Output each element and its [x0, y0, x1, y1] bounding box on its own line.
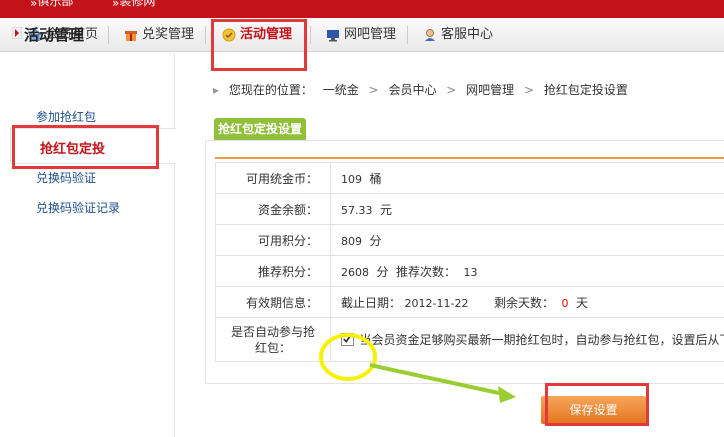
highlight-box-save: [545, 383, 649, 426]
remaining-days-unit: 天: [575, 295, 588, 310]
check-icon: [343, 335, 352, 343]
triangle-right-icon: [12, 27, 22, 39]
points-unit: 分: [369, 233, 382, 248]
breadcrumb: ▸ 您现在的位置： 一统金 > 会员中心 > 网吧管理 > 抢红包定投设置: [213, 81, 634, 99]
section-title-tab: 抢红包定投设置: [214, 118, 307, 140]
top-link-club[interactable]: » 俱乐部: [30, 0, 73, 10]
breadcrumb-sep: >: [446, 83, 457, 97]
settings-form: 可用统金币： 109 桶 资金余额： 57.33 元 可用积分： 809 分 推…: [215, 162, 724, 362]
panel-divider: [215, 157, 724, 159]
sidebar-item-code-verify-log[interactable]: 兑换码验证记录: [36, 199, 120, 216]
breadcrumb-current: 抢红包定投设置: [543, 83, 628, 97]
breadcrumb-sep: >: [368, 83, 379, 97]
auto-join-label-line2: 红包：: [254, 340, 291, 355]
monitor-icon: [327, 30, 339, 42]
highlight-box-sidebar: [12, 125, 159, 169]
auto-join-description: 当会员资金足够购买最新一期抢红包时，自动参与抢红包，设置后从下: [359, 333, 724, 347]
expiry-date-label: 截止日期：: [341, 295, 402, 310]
referral-points-unit: 分: [376, 264, 389, 279]
sidebar-item-code-verify[interactable]: 兑换码验证: [36, 169, 96, 186]
form-row-expiry: 有效期信息： 截止日期： 2012-11-22 剩余天数： 0 天: [215, 286, 724, 318]
sidebar-title: 活动管理: [24, 26, 85, 44]
breadcrumb-item[interactable]: 网吧管理: [466, 83, 514, 97]
form-row-points: 可用积分： 809 分: [215, 224, 724, 256]
balance-value: 57.33: [341, 203, 373, 217]
remaining-days-value: 0: [561, 296, 569, 310]
auto-join-checkbox[interactable]: [341, 333, 354, 346]
form-row-coins: 可用统金币： 109 桶: [215, 162, 724, 194]
referral-points-value: 2608: [341, 265, 369, 279]
balance-unit: 元: [380, 202, 393, 217]
highlight-box-nav: [211, 19, 307, 71]
expiry-date-value: 2012-11-22: [404, 296, 469, 310]
coins-value: 109: [341, 172, 362, 186]
gift-icon: [125, 31, 137, 41]
breadcrumb-marker-icon: ▸: [213, 83, 220, 97]
coins-label: 可用统金币：: [215, 162, 331, 194]
breadcrumb-item[interactable]: 一统金: [323, 83, 359, 97]
top-bar: » 俱乐部 » 装修网: [0, 0, 724, 18]
nav-divider: [407, 26, 408, 44]
form-row-referral: 推荐积分： 2608 分 推荐次数： 13: [215, 255, 724, 287]
referral-count-value: 13: [463, 265, 478, 279]
auto-join-label-line1: 是否自动参与抢: [230, 324, 315, 339]
top-link-decor[interactable]: » 装修网: [112, 0, 155, 10]
points-value: 809: [341, 234, 362, 248]
support-icon: [425, 29, 435, 41]
breadcrumb-item[interactable]: 会员中心: [388, 83, 436, 97]
form-row-balance: 资金余额： 57.33 元: [215, 193, 724, 225]
nav-divider: [205, 26, 206, 44]
breadcrumb-sep: >: [524, 83, 535, 97]
sidebar-item-join-red-packet[interactable]: 参加抢红包: [36, 108, 96, 125]
referral-count-label: 推荐次数：: [396, 264, 457, 279]
balance-label: 资金余额：: [215, 193, 331, 225]
breadcrumb-prefix: 您现在的位置：: [228, 83, 313, 97]
referral-points-label: 推荐积分：: [215, 255, 331, 287]
coins-unit: 桶: [369, 171, 382, 186]
remaining-days-label: 剩余天数：: [493, 295, 554, 310]
points-label: 可用积分：: [215, 224, 331, 256]
form-row-auto-join: 是否自动参与抢 红包： 当会员资金足够购买最新一期抢红包时，自动参与抢红包，设置…: [215, 317, 724, 362]
nav-divider: [310, 26, 311, 44]
main-nav: 会员首页 兑奖管理 活动管理 网吧管理 客服中心: [0, 18, 724, 52]
nav-divider: [108, 26, 109, 44]
expiry-label: 有效期信息：: [215, 286, 331, 318]
annotation-arrow-head: [498, 386, 516, 403]
